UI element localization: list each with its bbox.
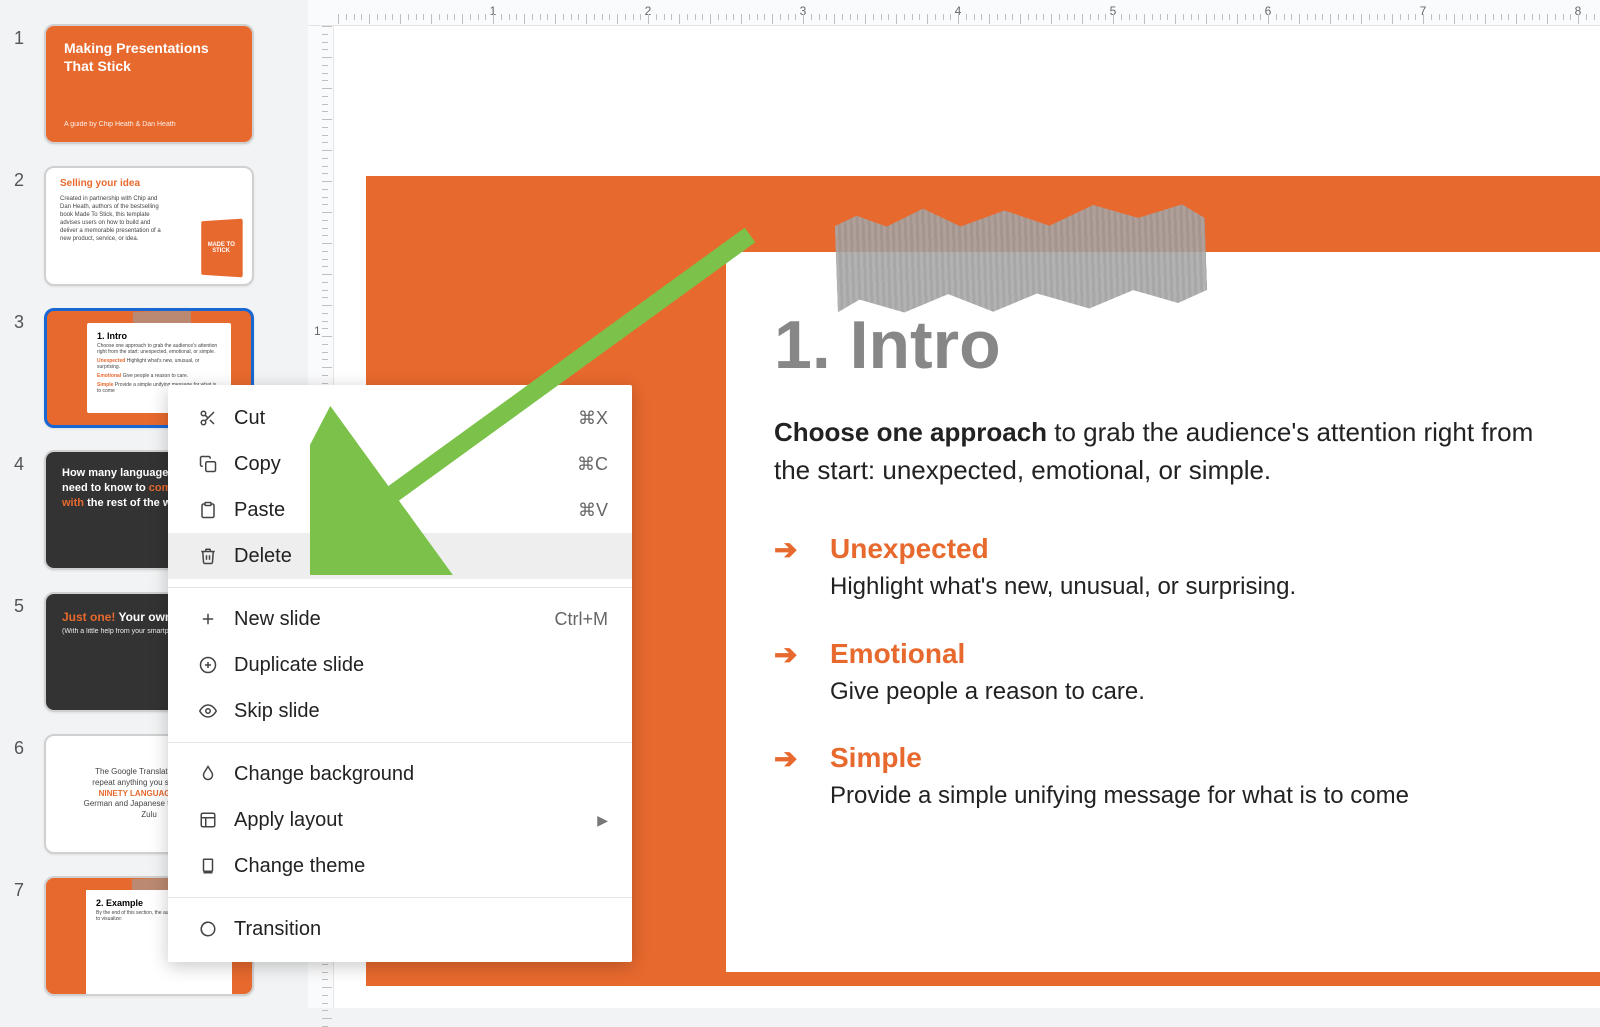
menu-label: Delete xyxy=(234,545,608,568)
thumb-number: 6 xyxy=(14,734,44,759)
menu-shortcut: ⌘C xyxy=(577,454,608,475)
thumb-body: Created in partnership with Chip and Dan… xyxy=(60,195,167,244)
menu-shortcut: ⌘V xyxy=(578,500,608,521)
slide-lead[interactable]: Choose one approach to grab the audience… xyxy=(774,414,1546,489)
thumb-subtitle: A guide by Chip Heath & Dan Heath xyxy=(64,121,234,128)
menu-label: Cut xyxy=(234,407,578,430)
menu-change-background[interactable]: Change background xyxy=(168,751,632,797)
menu-separator xyxy=(168,587,632,588)
menu-apply-layout[interactable]: Apply layout ▶ xyxy=(168,797,632,843)
point-body: Provide a simple unifying message for wh… xyxy=(830,780,1409,812)
submenu-arrow-icon: ▶ xyxy=(597,812,608,829)
thumb-number: 4 xyxy=(14,450,44,475)
point-title: Unexpected xyxy=(830,533,1296,565)
thumb-heading: 1. Intro xyxy=(97,331,221,341)
menu-label: Paste xyxy=(234,499,578,522)
thumbnail-2[interactable]: 2 Selling your idea Created in partnersh… xyxy=(14,166,266,286)
clipboard-icon xyxy=(192,501,224,519)
point-body: Give people a reason to care. xyxy=(830,676,1145,708)
thumb-point: Emotional xyxy=(97,373,121,379)
thumb-heading: Selling your idea xyxy=(60,178,238,191)
duplicate-icon xyxy=(192,656,224,674)
thumb-point-body: Give people a reason to care. xyxy=(123,373,189,379)
menu-label: New slide xyxy=(234,608,555,631)
transition-icon xyxy=(192,920,224,938)
menu-separator xyxy=(168,897,632,898)
menu-label: Skip slide xyxy=(234,700,608,723)
book-icon: MADE TO STICK xyxy=(201,219,242,278)
arrow-icon: ➔ xyxy=(774,638,830,708)
slide-content-card[interactable]: 1. Intro Choose one approach to grab the… xyxy=(726,252,1600,972)
horizontal-ruler: 1 2 3 4 5 6 7 8 xyxy=(308,0,1600,26)
menu-copy[interactable]: Copy ⌘C xyxy=(168,441,632,487)
menu-change-theme[interactable]: Change theme xyxy=(168,843,632,889)
thumb-number: 2 xyxy=(14,166,44,191)
slide-point-1[interactable]: ➔ Unexpected Highlight what's new, unusu… xyxy=(774,533,1546,603)
plus-icon xyxy=(192,610,224,628)
menu-duplicate-slide[interactable]: Duplicate slide xyxy=(168,642,632,688)
copy-icon xyxy=(192,455,224,473)
menu-label: Transition xyxy=(234,918,608,941)
thumb-body: Choose one approach to grab the audience… xyxy=(97,343,221,355)
thumb-number: 3 xyxy=(14,308,44,333)
menu-label: Copy xyxy=(234,453,577,476)
menu-label: Change background xyxy=(234,763,608,786)
thumb-number: 5 xyxy=(14,592,44,617)
point-body: Highlight what's new, unusual, or surpri… xyxy=(830,571,1296,603)
menu-shortcut: ⌘X xyxy=(578,408,608,429)
thumbnail-1[interactable]: 1 Making Presentations That Stick A guid… xyxy=(14,24,266,144)
point-title: Simple xyxy=(830,742,1409,774)
arrow-icon: ➔ xyxy=(774,742,830,812)
slide-point-3[interactable]: ➔ Simple Provide a simple unifying messa… xyxy=(774,742,1546,812)
eye-icon xyxy=(192,702,224,720)
slide-title[interactable]: 1. Intro xyxy=(774,306,1546,384)
thumb-number: 1 xyxy=(14,24,44,49)
trash-icon xyxy=(192,547,224,565)
theme-icon xyxy=(192,857,224,875)
thumb-title: Making Presentations That Stick xyxy=(64,40,234,75)
menu-label: Apply layout xyxy=(234,809,597,832)
menu-label: Duplicate slide xyxy=(234,654,608,677)
menu-separator xyxy=(168,742,632,743)
scissors-icon xyxy=(192,409,224,427)
menu-label: Change theme xyxy=(234,855,608,878)
menu-new-slide[interactable]: New slide Ctrl+M xyxy=(168,596,632,642)
ruler-tick: 1 xyxy=(314,324,321,338)
menu-skip-slide[interactable]: Skip slide xyxy=(168,688,632,734)
slide-point-2[interactable]: ➔ Emotional Give people a reason to care… xyxy=(774,638,1546,708)
layout-icon xyxy=(192,811,224,829)
thumb-number: 7 xyxy=(14,876,44,901)
menu-delete[interactable]: Delete xyxy=(168,533,632,579)
menu-shortcut: Ctrl+M xyxy=(555,609,609,630)
arrow-icon: ➔ xyxy=(774,533,830,603)
menu-paste[interactable]: Paste ⌘V xyxy=(168,487,632,533)
menu-cut[interactable]: Cut ⌘X xyxy=(168,395,632,441)
drop-icon xyxy=(192,765,224,783)
menu-transition[interactable]: Transition xyxy=(168,906,632,952)
context-menu: Cut ⌘X Copy ⌘C Paste ⌘V Delete New slide… xyxy=(168,385,632,962)
point-title: Emotional xyxy=(830,638,1145,670)
